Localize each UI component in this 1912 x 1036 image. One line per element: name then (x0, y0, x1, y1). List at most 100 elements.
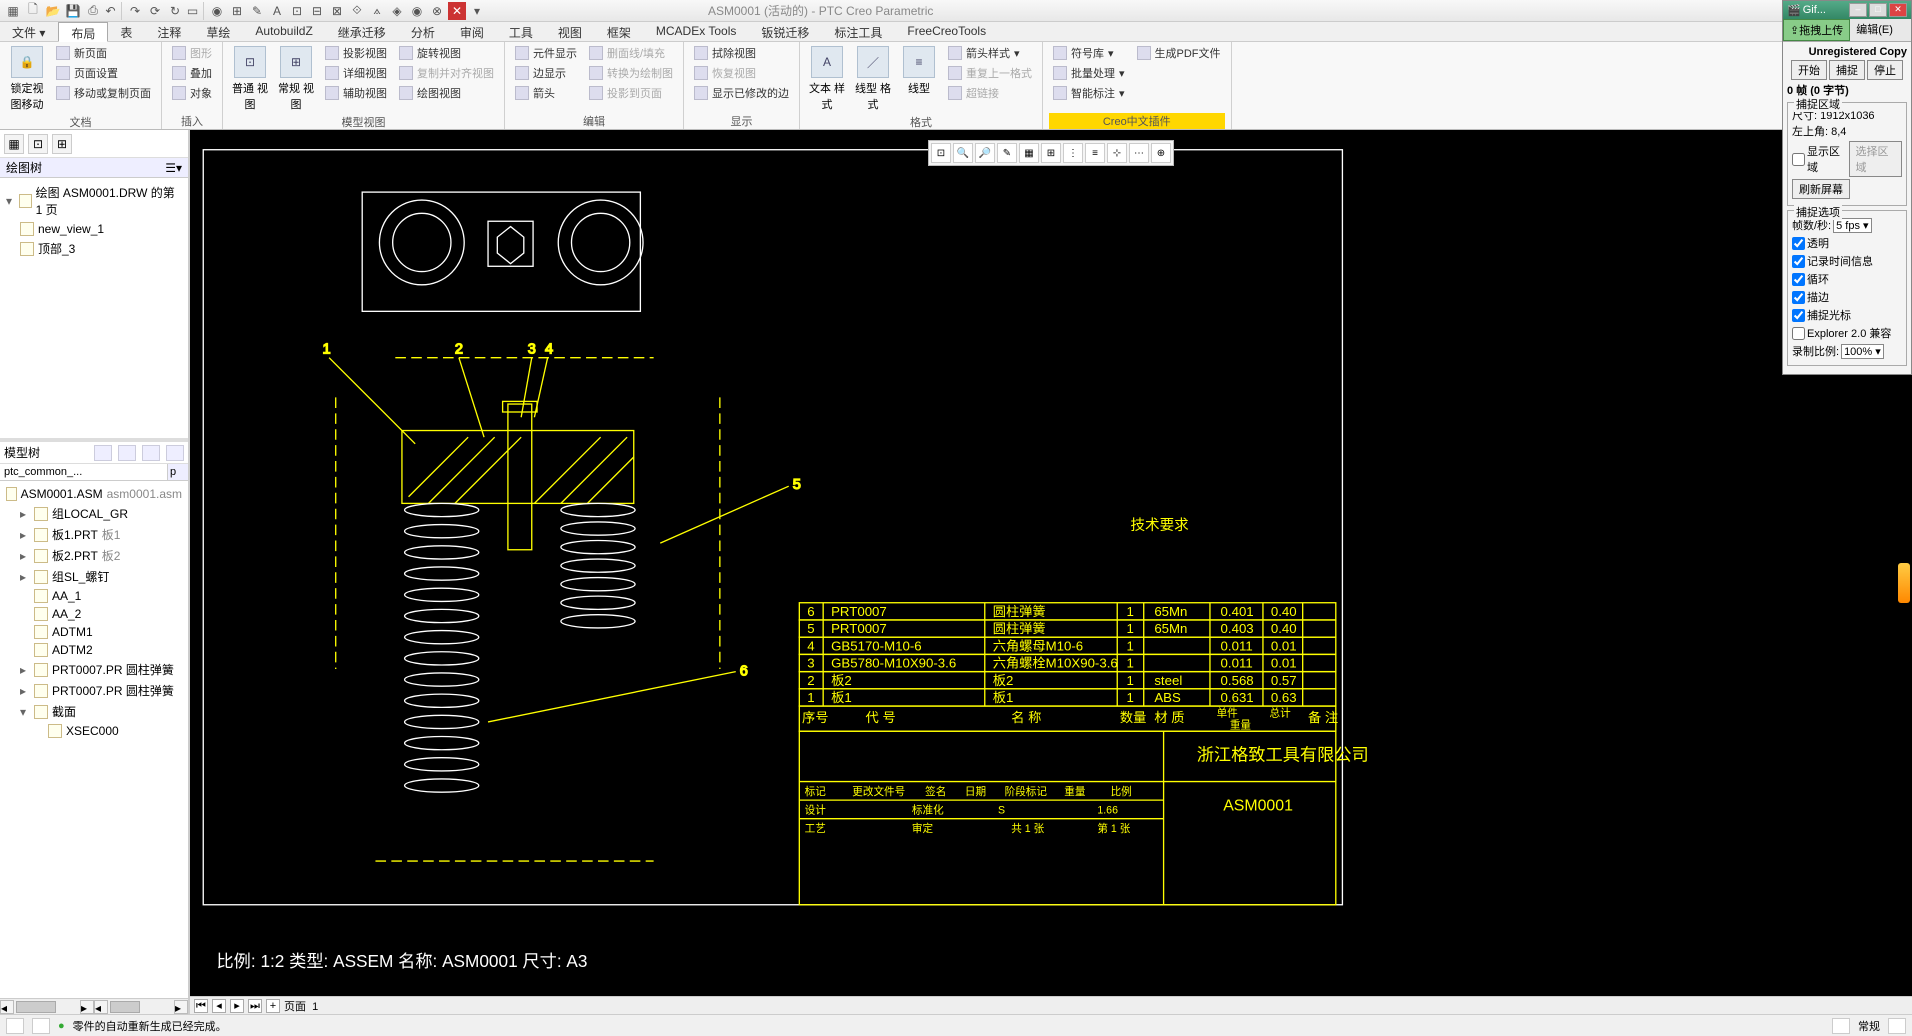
batch-process-button[interactable]: 批量处理▾ (1049, 64, 1129, 82)
tool-b-icon[interactable]: ⊞ (228, 2, 246, 20)
model-tree-item[interactable]: ▸组LOCAL_GR (2, 503, 186, 524)
tree-tool-4[interactable] (166, 445, 184, 461)
show-modified-edges-button[interactable]: 显示已修改的边 (690, 84, 793, 102)
dash-btn-1[interactable]: ▦ (4, 134, 24, 154)
tab-AutobuildZ[interactable]: AutobuildZ (243, 22, 325, 41)
refresh-screen-button[interactable]: 刷新屏幕 (1792, 179, 1850, 199)
lock-view-move-button[interactable]: 🔒锁定视 图移动 (6, 44, 48, 114)
tab-工具[interactable]: 工具 (497, 22, 546, 41)
gen-pdf-button[interactable]: 生成PDF文件 (1133, 44, 1225, 62)
tool-d-icon[interactable]: A (268, 2, 286, 20)
dash-btn-2[interactable]: ⊡ (28, 134, 48, 154)
tab-钣锐迁移[interactable]: 钣锐迁移 (749, 22, 822, 41)
model-tree-item[interactable]: ▸PRT0007.PR 圆柱弹簧 (2, 680, 186, 701)
drawing-root[interactable]: ▾绘图 ASM0001.DRW 的第 1 页 (2, 182, 186, 220)
gif-capture-window[interactable]: 🎬 Gif... – □ ✕ ⇪拖拽上传 编辑(E) Unregistered … (1782, 0, 1912, 375)
gif-stop-button[interactable]: 停止 (1867, 60, 1903, 80)
tool-i-icon[interactable]: ⟑ (368, 2, 386, 20)
next-sheet-button[interactable]: ▸ (230, 999, 244, 1013)
tool-e-icon[interactable]: ⊡ (288, 2, 306, 20)
edge-display-button[interactable]: 边显示 (511, 64, 581, 82)
csys-icon[interactable]: ⊕ (1151, 143, 1171, 163)
first-sheet-button[interactable]: ⏮ (194, 999, 208, 1013)
model-tree-item[interactable]: AA_2 (2, 605, 186, 623)
overlay-button[interactable]: 叠加 (168, 64, 216, 82)
print-icon[interactable]: ⎙ (84, 2, 102, 20)
status-filter-icon[interactable] (32, 1018, 50, 1034)
projection-view-button[interactable]: 投影视图 (321, 44, 391, 62)
tool-l-icon[interactable]: ⊗ (428, 2, 446, 20)
page-setup-button[interactable]: 页面设置 (52, 64, 155, 82)
panel-menu-icon[interactable]: ☰▾ (165, 161, 182, 175)
model-tree-item[interactable]: ▸板2.PRT 板2 (2, 545, 186, 566)
axes-icon[interactable]: ⊹ (1107, 143, 1127, 163)
object-button[interactable]: 对象 (168, 84, 216, 102)
stop-icon[interactable]: ✕ (448, 2, 466, 20)
erase-view-button[interactable]: 拭除视图 (690, 44, 793, 62)
prev-sheet-button[interactable]: ◂ (212, 999, 226, 1013)
scroll-thumb[interactable] (110, 1001, 140, 1013)
maximize-button[interactable]: □ (1869, 3, 1887, 17)
arrow-button[interactable]: 箭头 (511, 84, 581, 102)
symbol-lib-button[interactable]: 符号库▾ (1049, 44, 1129, 62)
select-region-button[interactable]: 选择区域 (1849, 141, 1903, 177)
graphic-button[interactable]: 图形 (168, 44, 216, 62)
model-tree-item[interactable]: XSEC000 (2, 722, 186, 740)
zoom-in-icon[interactable]: 🔍 (953, 143, 973, 163)
convert-draw-button[interactable]: 转换为绘制图 (585, 64, 677, 82)
tool-c-icon[interactable]: ✎ (248, 2, 266, 20)
tab-MCADEx Tools[interactable]: MCADEx Tools (644, 22, 749, 41)
general-view-button[interactable]: ⊡普通 视图 (229, 44, 271, 114)
timestamp-checkbox[interactable] (1792, 255, 1805, 268)
move-copy-page-button[interactable]: 移动或复制页面 (52, 84, 155, 102)
repeat-format-button[interactable]: 重复上一格式 (944, 64, 1036, 82)
new-icon[interactable]: 🗋 (24, 2, 42, 20)
drawing-canvas[interactable]: ⊡ 🔍 🔎 ✎ ▦ ⊞ ⋮ ≡ ⊹ ⋯ ⊕ 1 2 34 5 6 (190, 130, 1912, 996)
tool-k-icon[interactable]: ◉ (408, 2, 426, 20)
close-button[interactable]: ✕ (1889, 3, 1907, 17)
tab-标注工具[interactable]: 标注工具 (822, 22, 895, 41)
line-format-button[interactable]: ／线型 格式 (852, 44, 894, 114)
dash-btn-3[interactable]: ⊞ (52, 134, 72, 154)
scroll-left-button[interactable]: ◂ (0, 1000, 14, 1014)
tab-草绘[interactable]: 草绘 (194, 22, 243, 41)
model-tree-item[interactable]: AA_1 (2, 587, 186, 605)
status-full-icon[interactable] (1888, 1018, 1906, 1034)
regen-icon[interactable]: ⟳ (146, 2, 164, 20)
copy-align-view-button[interactable]: 复制并对齐视图 (395, 64, 498, 82)
model-tree-item[interactable]: ▸组SL_螺钉 (2, 566, 186, 587)
model-tree-item[interactable]: ▸板1.PRT 板1 (2, 524, 186, 545)
drawing-view-button[interactable]: 绘图视图 (395, 84, 498, 102)
tab-注释[interactable]: 注释 (145, 22, 194, 41)
tab-审阅[interactable]: 审阅 (448, 22, 497, 41)
status-geom-icon[interactable] (1832, 1018, 1850, 1034)
add-sheet-button[interactable]: + (266, 999, 280, 1013)
tree-tab-common[interactable]: ptc_common_... (0, 464, 168, 480)
hidden-icon[interactable]: ⋮ (1063, 143, 1083, 163)
shade-icon[interactable]: ▦ (1019, 143, 1039, 163)
zoom-out-icon[interactable]: 🔎 (975, 143, 995, 163)
scroll-thumb[interactable] (16, 1001, 56, 1013)
gif-upload-tab[interactable]: ⇪拖拽上传 (1783, 19, 1850, 41)
tab-框架[interactable]: 框架 (595, 22, 644, 41)
drawing-view-item[interactable]: new_view_1 (2, 220, 186, 238)
tree-tab-p[interactable]: p (168, 464, 188, 480)
scroll-left2-button[interactable]: ◂ (94, 1000, 108, 1014)
undo-icon[interactable]: ↶ (104, 2, 122, 20)
gif-capture-button[interactable]: 捕捉 (1829, 60, 1865, 80)
drawing-view-item[interactable]: 顶部_3 (2, 238, 186, 259)
transparent-checkbox[interactable] (1792, 237, 1805, 250)
new-page-button[interactable]: 新页面 (52, 44, 155, 62)
arrow-style-button[interactable]: 箭头样式▾ (944, 44, 1036, 62)
redo-icon[interactable]: ↷ (126, 2, 144, 20)
open-icon[interactable]: 📂 (44, 2, 62, 20)
app-menu-icon[interactable]: ▦ (4, 2, 22, 20)
repaint-icon[interactable]: ✎ (997, 143, 1017, 163)
scroll-right2-button[interactable]: ▸ (174, 1000, 188, 1014)
tool-f-icon[interactable]: ⊟ (308, 2, 326, 20)
points-icon[interactable]: ⋯ (1129, 143, 1149, 163)
normal-view-button[interactable]: ⊞常规 视图 (275, 44, 317, 114)
restore-view-button[interactable]: 恢复视图 (690, 64, 793, 82)
last-sheet-button[interactable]: ⏭ (248, 999, 262, 1013)
scale-select[interactable]: 100% ▾ (1841, 344, 1884, 359)
